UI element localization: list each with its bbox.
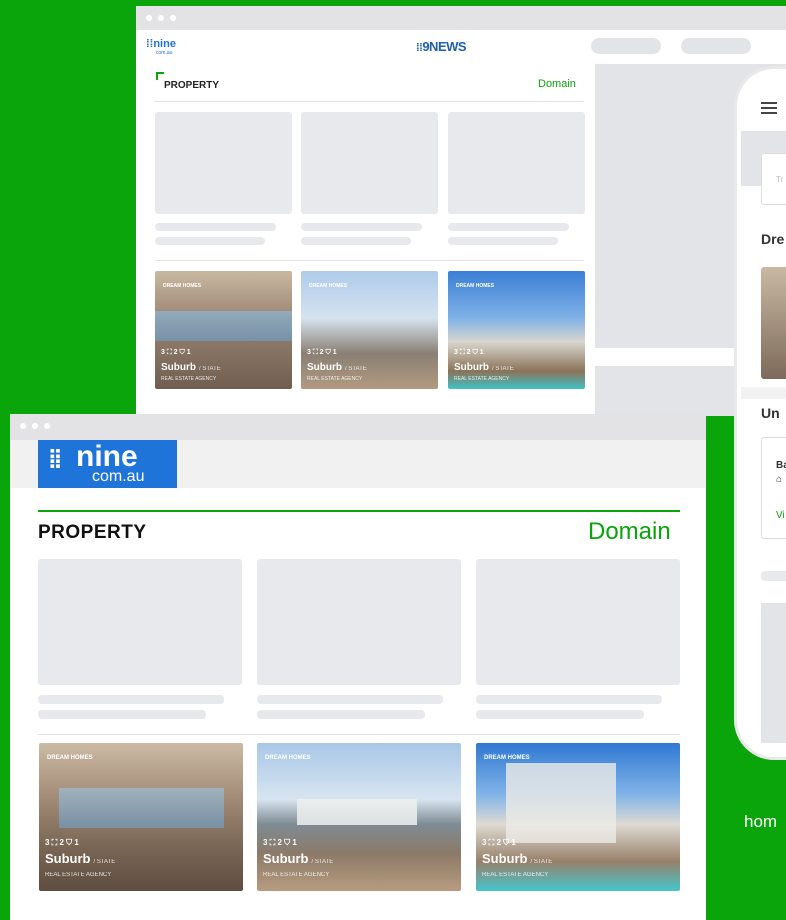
card-tag: DREAM HOMES <box>163 283 202 289</box>
front-section-divider-mid <box>38 734 680 735</box>
front-section-divider-top <box>38 510 680 512</box>
front-property-card[interactable]: DREAM HOMES 3 ⛶ 2 ⛉ 1 Suburb / STATE REAL… <box>39 743 243 891</box>
back-property-card[interactable]: DREAM HOMES 3 ⛶ 2 ⛉ 1 Suburb / STATE REAL… <box>155 271 292 389</box>
back-skeleton-line <box>155 237 265 245</box>
front-skeleton-line <box>257 710 425 719</box>
card-tag: DREAM HOMES <box>456 283 495 289</box>
front-browser-window: ⁞⁞ nine com.au PROPERTY Domain DREAM HOM… <box>10 414 706 920</box>
back-section-title: PROPERTY <box>164 80 220 91</box>
card-tag: DREAM HOMES <box>47 755 93 761</box>
front-skeleton-image-3 <box>476 559 680 685</box>
phone-skeleton-line <box>761 571 786 581</box>
back-section-divider-2 <box>155 260 584 261</box>
card-stats: 3 ⛶ 2 ⛉ 1 <box>45 838 79 847</box>
front-domain-link[interactable]: Domain <box>588 518 671 546</box>
card-stats: 3 ⛶ 2 ⛉ 1 <box>263 838 297 847</box>
front-property-card[interactable]: DREAM HOMES 3 ⛶ 2 ⛉ 1 Suburb / STATE REAL… <box>476 743 680 891</box>
card-suburb: Suburb / STATE <box>454 362 514 373</box>
card-suburb: Suburb / STATE <box>263 851 334 866</box>
card-agency: REAL ESTATE AGENCY <box>263 872 330 878</box>
card-tag: DREAM HOMES <box>309 283 348 289</box>
phone-frame: Tr Dre Un Ba ⌂ Vi <box>734 66 786 760</box>
front-skeleton-line <box>38 695 224 704</box>
window-dots <box>20 423 50 429</box>
card-stats: 3 ⛶ 2 ⛉ 1 <box>307 349 337 356</box>
phone-placeholder-block <box>761 603 786 743</box>
back-skeleton-image-2 <box>301 112 438 214</box>
nine-logo-dots-icon: ⁞⁞ <box>48 444 62 474</box>
hamburger-menu-icon[interactable] <box>761 102 777 114</box>
back-skeleton-line <box>301 223 422 231</box>
card-suburb: Suburb / STATE <box>45 851 116 866</box>
front-skeleton-image-1 <box>38 559 242 685</box>
phone-listing-card[interactable]: Ba ⌂ Vi <box>761 437 786 539</box>
back-property-card[interactable]: DREAM HOMES 3 ⛶ 2 ⛉ 1 Suburb / STATE REAL… <box>301 271 438 389</box>
nine-logo[interactable]: ⁞⁞ nine com.au <box>38 440 177 488</box>
card-agency: REAL ESTATE AGENCY <box>45 872 112 878</box>
front-skeleton-line <box>476 695 662 704</box>
card-suburb: Suburb / STATE <box>307 362 367 373</box>
phone-divider-band <box>741 387 786 399</box>
back-domain-link[interactable]: Domain <box>538 78 576 90</box>
nine-news-logo[interactable]: ⁞⁞9NEWS <box>416 39 467 54</box>
header-pill-1[interactable] <box>591 38 661 54</box>
back-property-card[interactable]: DREAM HOMES 3 ⛶ 2 ⛉ 1 Suburb / STATE REAL… <box>448 271 585 389</box>
phone-heading-dream: Dre <box>761 231 785 247</box>
card-stats: 3 ⛶ 2 ⛉ 1 <box>161 349 191 356</box>
back-skeleton-line <box>448 223 569 231</box>
front-window-titlebar <box>10 414 706 440</box>
phone-heading-un: Un <box>761 405 780 421</box>
card-agency: REAL ESTATE AGENCY <box>307 376 363 382</box>
back-skeleton-line <box>448 237 558 245</box>
back-browser-window: ⁞⁞nine com.au ⁞⁞9NEWS PROPERTY Domain DR… <box>136 6 786 416</box>
card-stats: 3 ⛶ 2 ⛉ 1 <box>482 838 516 847</box>
phone-listing-image[interactable] <box>761 267 786 379</box>
phone-view-link[interactable]: Vi <box>776 510 785 521</box>
front-skeleton-line <box>476 710 644 719</box>
card-agency: REAL ESTATE AGENCY <box>482 872 549 878</box>
front-property-card[interactable]: DREAM HOMES 3 ⛶ 2 ⛉ 1 Suburb / STATE REAL… <box>257 743 461 891</box>
header-pill-2[interactable] <box>681 38 751 54</box>
back-section-divider <box>155 101 584 102</box>
footer-text: hom <box>744 812 778 831</box>
card-agency: REAL ESTATE AGENCY <box>454 376 510 382</box>
house-icon: ⌂ <box>776 474 783 485</box>
back-section-accent <box>156 72 164 80</box>
back-skeleton-image-3 <box>448 112 585 214</box>
front-skeleton-line <box>38 710 206 719</box>
card-suburb: Suburb / STATE <box>161 362 221 373</box>
front-section-title: PROPERTY <box>38 522 147 543</box>
back-skeleton-image-1 <box>155 112 292 214</box>
back-window-titlebar <box>136 6 786 30</box>
card-stats: 3 ⛶ 2 ⛉ 1 <box>454 349 484 356</box>
card-tag: DREAM HOMES <box>484 755 530 761</box>
front-skeleton-line <box>257 695 443 704</box>
back-skeleton-line <box>155 223 276 231</box>
card-agency: REAL ESTATE AGENCY <box>161 376 217 382</box>
front-skeleton-image-2 <box>257 559 461 685</box>
back-site-header: ⁞⁞nine com.au ⁞⁞9NEWS <box>136 30 786 64</box>
window-dots <box>146 15 176 21</box>
nine-logo-small[interactable]: ⁞⁞nine com.au <box>146 39 176 58</box>
phone-search-input[interactable]: Tr <box>761 153 786 205</box>
card-tag: DREAM HOMES <box>265 755 311 761</box>
back-skeleton-line <box>301 237 411 245</box>
card-suburb: Suburb / STATE <box>482 851 553 866</box>
